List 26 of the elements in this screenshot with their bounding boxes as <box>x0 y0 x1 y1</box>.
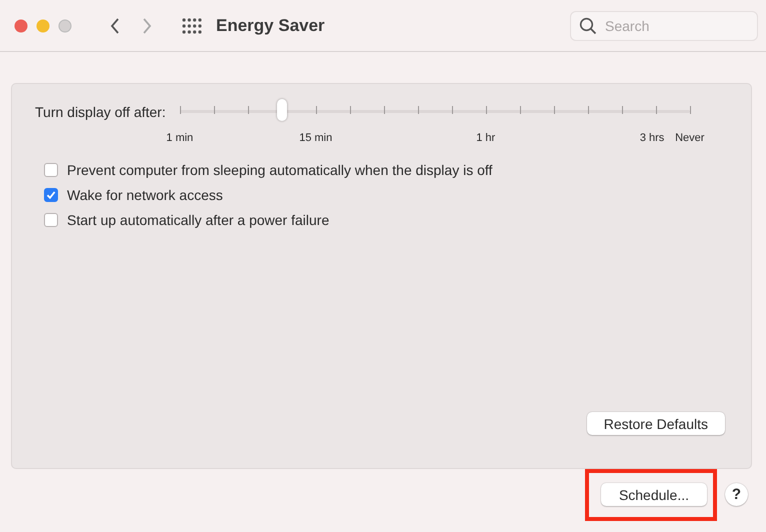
checkbox-label: Prevent computer from sleeping automatically when the display is off <box>67 162 492 178</box>
minimize-window-icon[interactable] <box>36 18 50 32</box>
checkbox-label: Start up automatically after a power failure <box>67 212 330 228</box>
slider-thumb[interactable] <box>276 99 287 121</box>
display-sleep-slider[interactable]: 1 min 15 min 1 hr 3 hrs Never <box>166 98 704 148</box>
grid-icon[interactable] <box>182 18 202 34</box>
restore-defaults-button[interactable]: Restore Defaults <box>586 412 725 435</box>
slider-label: Turn display off after: <box>35 104 166 120</box>
scale-label: 1 min <box>166 132 194 144</box>
help-button[interactable]: ? <box>725 483 748 506</box>
scale-label: 3 hrs <box>640 132 664 144</box>
checkbox[interactable] <box>44 213 58 227</box>
search-field[interactable]: Search <box>570 10 758 40</box>
schedule-button[interactable]: Schedule... <box>600 483 707 506</box>
scale-label: 15 min <box>299 132 332 144</box>
back-icon[interactable] <box>110 16 120 34</box>
checkbox[interactable] <box>44 188 58 202</box>
window-title: Energy Saver <box>216 16 326 36</box>
checkbox-label: Wake for network access <box>67 187 223 203</box>
forward-icon[interactable] <box>142 16 152 34</box>
scale-label: 1 hr <box>476 132 496 144</box>
zoom-window-icon[interactable] <box>58 18 72 32</box>
close-window-icon[interactable] <box>14 18 28 32</box>
checkbox[interactable] <box>44 163 58 177</box>
scale-label: Never <box>675 132 704 144</box>
search-icon <box>579 16 597 34</box>
